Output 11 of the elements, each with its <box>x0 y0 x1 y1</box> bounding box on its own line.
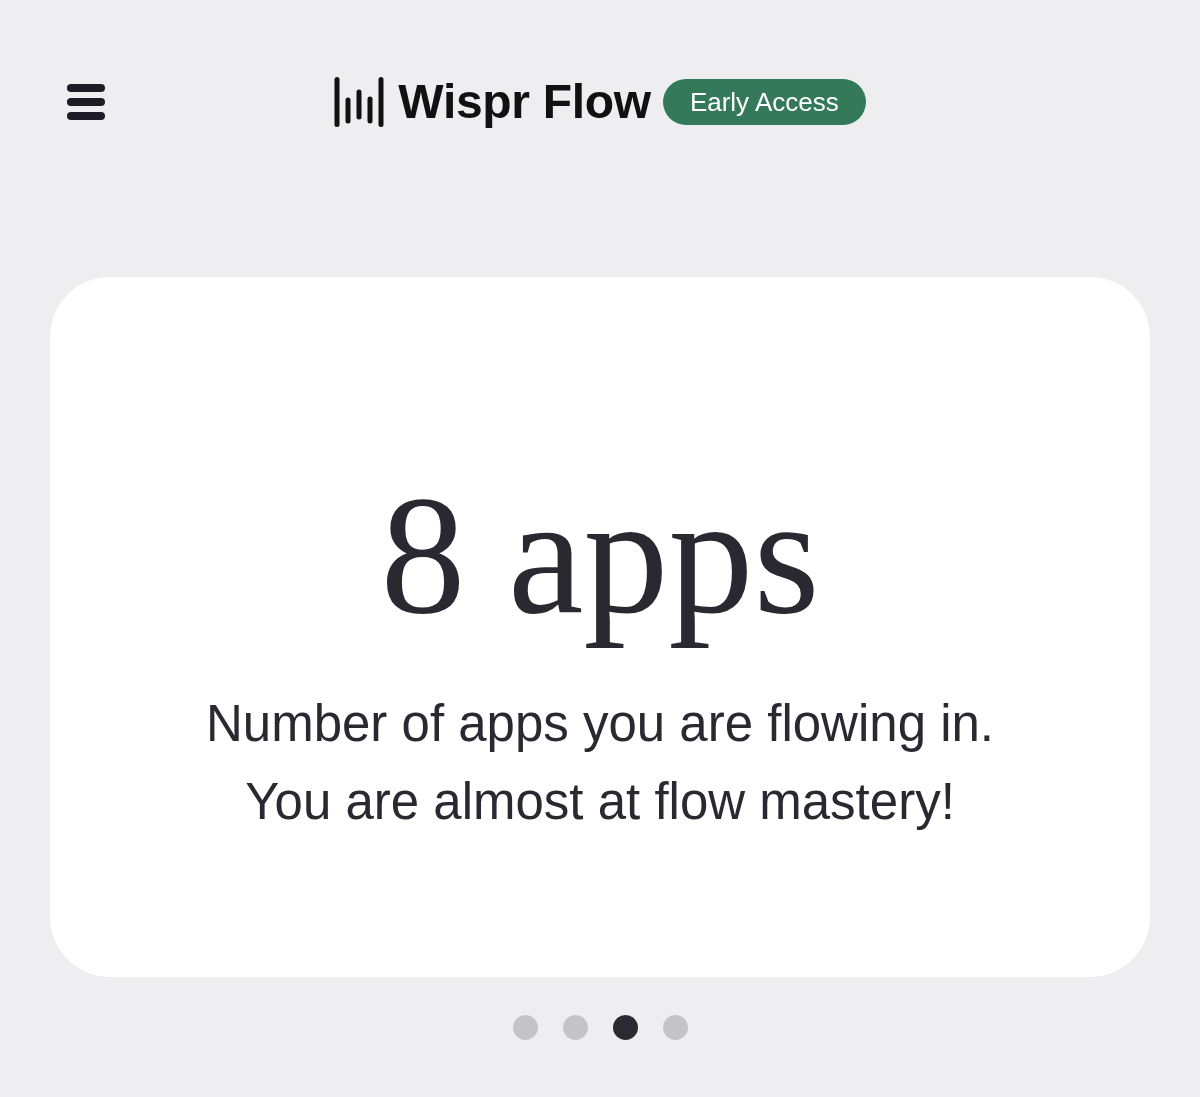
early-access-badge: Early Access <box>662 79 866 125</box>
sound-bars-icon <box>334 77 385 127</box>
page-dot-icon[interactable] <box>662 1015 688 1040</box>
app-name: Wispr Flow <box>398 76 651 128</box>
stat-headline: 8 apps <box>380 460 820 651</box>
page-dot-icon[interactable] <box>562 1015 588 1040</box>
stat-description: You are almost at flow mastery! <box>245 772 955 832</box>
page-dot-icon[interactable] <box>612 1015 638 1040</box>
stat-description: Number of apps you are flowing in. <box>205 694 995 754</box>
menu-icon[interactable] <box>67 84 105 120</box>
page-dot-icon[interactable] <box>512 1015 538 1040</box>
